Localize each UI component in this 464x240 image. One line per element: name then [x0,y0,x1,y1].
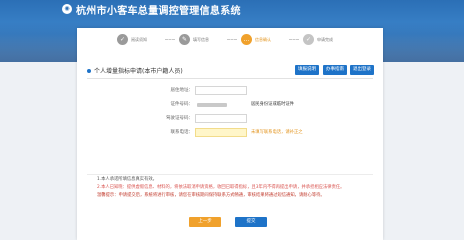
app-title: 杭州市小客车总量调控管理信息系统 [76,5,241,17]
note-2: 2.本人已知晓：提供虚假信息、材料的，将依法取消申请资格，收回已取得指标，且3年… [97,185,345,190]
step-confirm-info: … 信息确认 [241,34,271,45]
address-field[interactable] [195,86,247,95]
logout-button[interactable]: 退出登录 [350,65,374,75]
step-complete: ✓ 申请完成 [303,34,333,45]
field-id-type: 居民身份证或临时证件 [251,102,294,107]
prev-step-button[interactable]: 上一步 [189,217,221,227]
check-icon: ✓ [303,34,314,45]
step-label: 填写信息 [193,36,209,42]
license-field[interactable] [195,114,247,123]
hz-emblem-icon: ◉ [62,4,72,14]
step-label: 申请完成 [317,36,333,42]
field-phone: 联系电话： 未填写联系电话，请补正之 [77,128,383,138]
bullet-icon [87,68,91,73]
phone-field[interactable] [195,128,247,137]
check-icon: ✓ [117,34,128,45]
step-label: 阅读须知 [131,36,147,42]
section-header: 个人增量指标申请(本市户籍人员) 填报说明 办事指南 退出登录 [87,64,374,79]
phone-warning: 未填写联系电话，请补正之 [251,130,303,135]
main-panel: ✓ 阅读须知 ✎ 填写信息 … 信息确认 ✓ 申请完成 个人增量指标申请(本市户… [77,28,383,240]
divider [87,174,373,175]
service-guide-button[interactable]: 办事指南 [323,65,347,75]
note-1: 1.本人承诺所填信息真实有效。 [97,177,157,182]
edit-icon: ✎ [179,34,190,45]
chat-icon: … [241,34,252,45]
field-license: 驾驶证号码： [77,114,383,124]
fill-guide-button[interactable]: 填报说明 [295,65,319,75]
notes-block: 1.本人承诺所填信息真实有效。 2.本人已知晓：提供虚假信息、材料的，将依法取消… [97,176,367,200]
step-read-notice: ✓ 阅读须知 [117,34,147,45]
step-label: 信息确认 [255,36,271,42]
submit-button[interactable]: 提交 [235,217,267,227]
app-header: ◉ 杭州市小客车总量调控管理信息系统 [62,2,241,17]
progress-steps: ✓ 阅读须知 ✎ 填写信息 … 信息确认 ✓ 申请完成 [117,34,349,48]
field-address: 居住地址： [77,86,383,96]
step-fill-info: ✎ 填写信息 [179,34,209,45]
section-title: 个人增量指标申请(本市户籍人员) [87,66,183,75]
note-3: 温馨提示：申请提交后，系统将进行审核，请您在审核期间保持联系方式畅通，审核结果将… [97,193,325,198]
